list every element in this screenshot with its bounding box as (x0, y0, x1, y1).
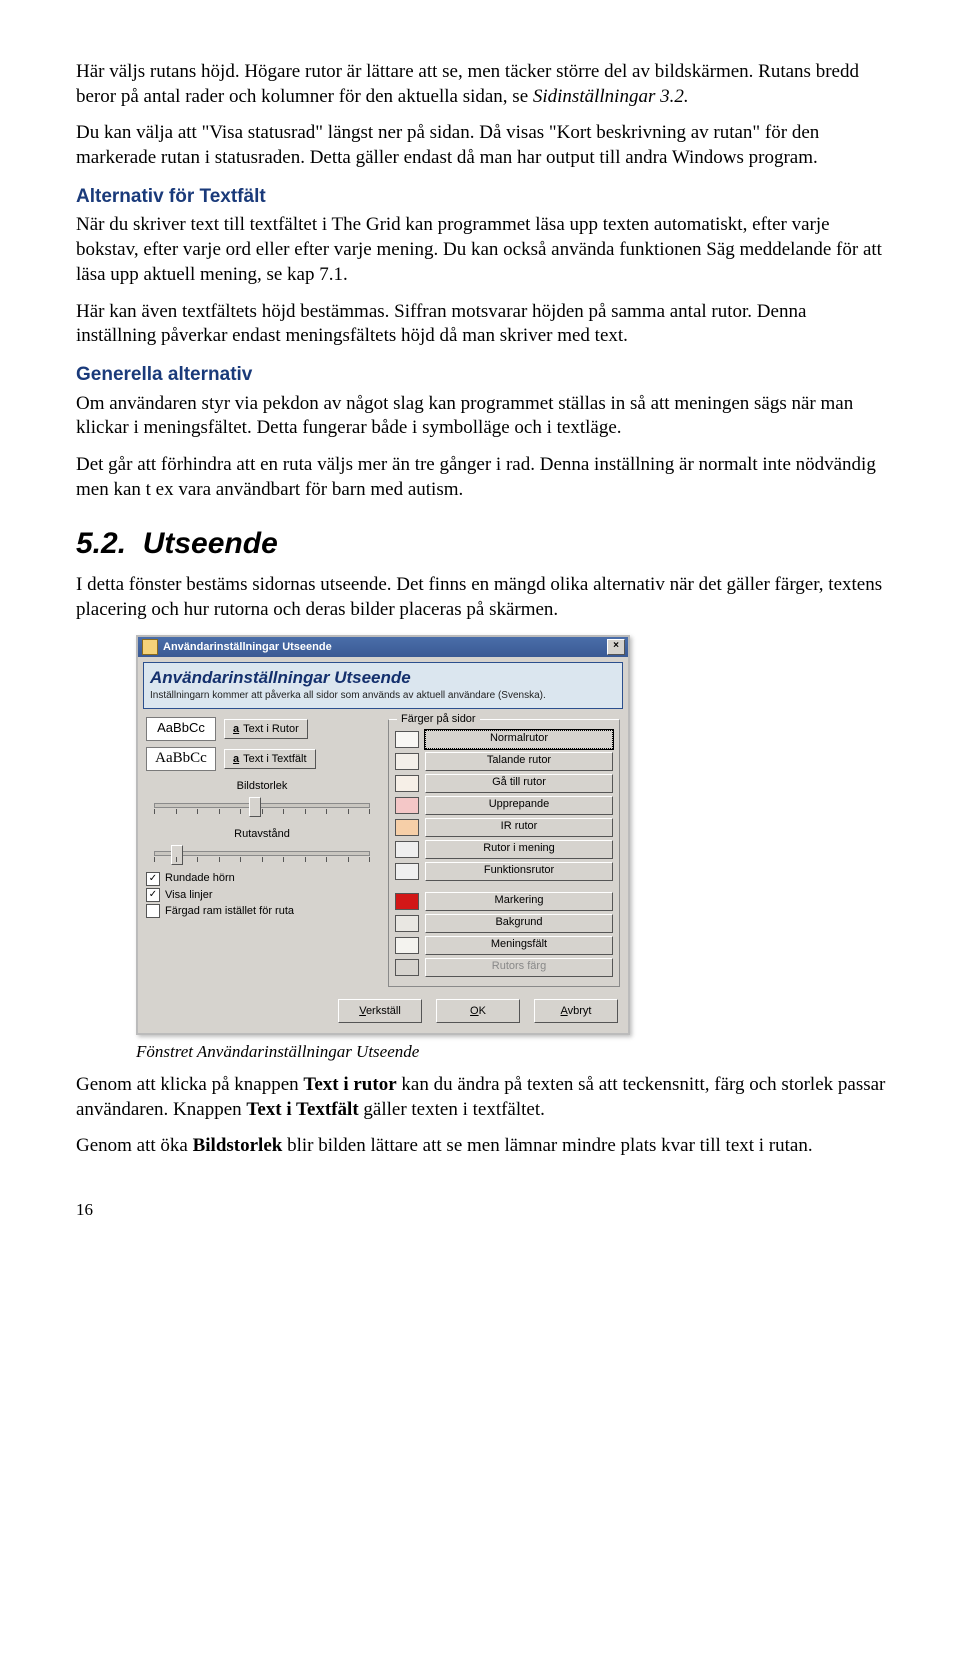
color-groupbox: Normalrutor Talande rutor Gå till rutor Upp… (388, 719, 620, 987)
color-label-button[interactable]: Funktionsrutor (425, 862, 613, 881)
color-swatch[interactable] (395, 775, 419, 792)
app-icon (142, 639, 158, 655)
color-swatch[interactable] (395, 915, 419, 932)
color-label-button[interactable]: Talande rutor (425, 752, 613, 771)
paragraph: Här väljs rutans höjd. Högare rutor är l… (76, 60, 890, 109)
checkbox-fargad-ram[interactable]: Färgad ram istället för ruta (146, 904, 378, 918)
color-label-button[interactable]: Normalrutor (425, 730, 613, 749)
text-i-textfalt-button[interactable]: aText i Textfält (224, 749, 316, 769)
text-i-rutor-button[interactable]: aText i Rutor (224, 719, 308, 739)
color-label-button[interactable]: Gå till rutor (425, 774, 613, 793)
rutavstand-label: Rutavstånd (146, 827, 378, 841)
paragraph: Det går att förhindra att en ruta väljs … (76, 453, 890, 502)
color-row: Gå till rutor (395, 774, 613, 793)
rutavstand-slider[interactable] (154, 843, 370, 867)
color-swatch[interactable] (395, 819, 419, 836)
avbryt-button[interactable]: Avbryt (534, 999, 618, 1023)
color-row: Bakgrund (395, 914, 613, 933)
checkbox-rundade[interactable]: ✓Rundade hörn (146, 871, 378, 885)
color-row: Upprepande (395, 796, 613, 815)
subheading-generella: Generella alternativ (76, 363, 890, 388)
paragraph: Här kan även textfältets höjd bestämmas.… (76, 300, 890, 349)
color-label-button[interactable]: IR rutor (425, 818, 613, 837)
paragraph: När du skriver text till textfältet i Th… (76, 213, 890, 287)
color-swatch[interactable] (395, 731, 419, 748)
color-swatch[interactable] (395, 863, 419, 880)
color-label-button: Rutors färg (425, 958, 613, 977)
page-number: 16 (76, 1199, 890, 1221)
color-row: Rutors färg (395, 958, 613, 977)
checkbox-visa-linjer[interactable]: ✓Visa linjer (146, 888, 378, 902)
color-label-button[interactable]: Meningsfält (425, 936, 613, 955)
bildstorlek-slider[interactable] (154, 795, 370, 819)
color-row: Rutor i mening (395, 840, 613, 859)
color-row: Meningsfält (395, 936, 613, 955)
color-label-button[interactable]: Bakgrund (425, 914, 613, 933)
color-swatch[interactable] (395, 937, 419, 954)
color-swatch[interactable] (395, 893, 419, 910)
dialog-header: Användarinställningar Utseende Inställni… (143, 662, 623, 709)
dialog-titlebar[interactable]: Användarinställningar Utseende × (138, 637, 628, 657)
sample-textfalt: AaBbCc (146, 747, 216, 771)
paragraph: Du kan välja att "Visa statusrad" längst… (76, 121, 890, 170)
color-label-button[interactable]: Rutor i mening (425, 840, 613, 859)
color-row: IR rutor (395, 818, 613, 837)
dialog-screenshot: Användarinställningar Utseende × Använda… (136, 635, 890, 1035)
color-row: Normalrutor (395, 730, 613, 749)
paragraph: Genom att öka Bildstorlek blir bilden lä… (76, 1134, 890, 1159)
paragraph: Genom att klicka på knappen Text i rutor… (76, 1073, 890, 1122)
color-row: Funktionsrutor (395, 862, 613, 881)
paragraph: Om användaren styr via pekdon av något s… (76, 392, 890, 441)
bildstorlek-label: Bildstorlek (146, 779, 378, 793)
section-heading: 5.2. Utseende (76, 524, 890, 563)
close-icon[interactable]: × (607, 639, 625, 655)
color-swatch[interactable] (395, 753, 419, 770)
sample-rutor: AaBbCc (146, 717, 216, 741)
color-label-button[interactable]: Upprepande (425, 796, 613, 815)
color-row: Talande rutor (395, 752, 613, 771)
ok-button[interactable]: OK (436, 999, 520, 1023)
color-swatch[interactable] (395, 959, 419, 976)
color-swatch[interactable] (395, 841, 419, 858)
color-label-button[interactable]: Markering (425, 892, 613, 911)
color-row: Markering (395, 892, 613, 911)
color-swatch[interactable] (395, 797, 419, 814)
verkstall-button[interactable]: Verkställ (338, 999, 422, 1023)
paragraph: I detta fönster bestäms sidornas utseend… (76, 573, 890, 622)
figure-caption: Fönstret Användarinställningar Utseende (136, 1041, 890, 1063)
subheading-textfalt: Alternativ för Textfält (76, 185, 890, 210)
